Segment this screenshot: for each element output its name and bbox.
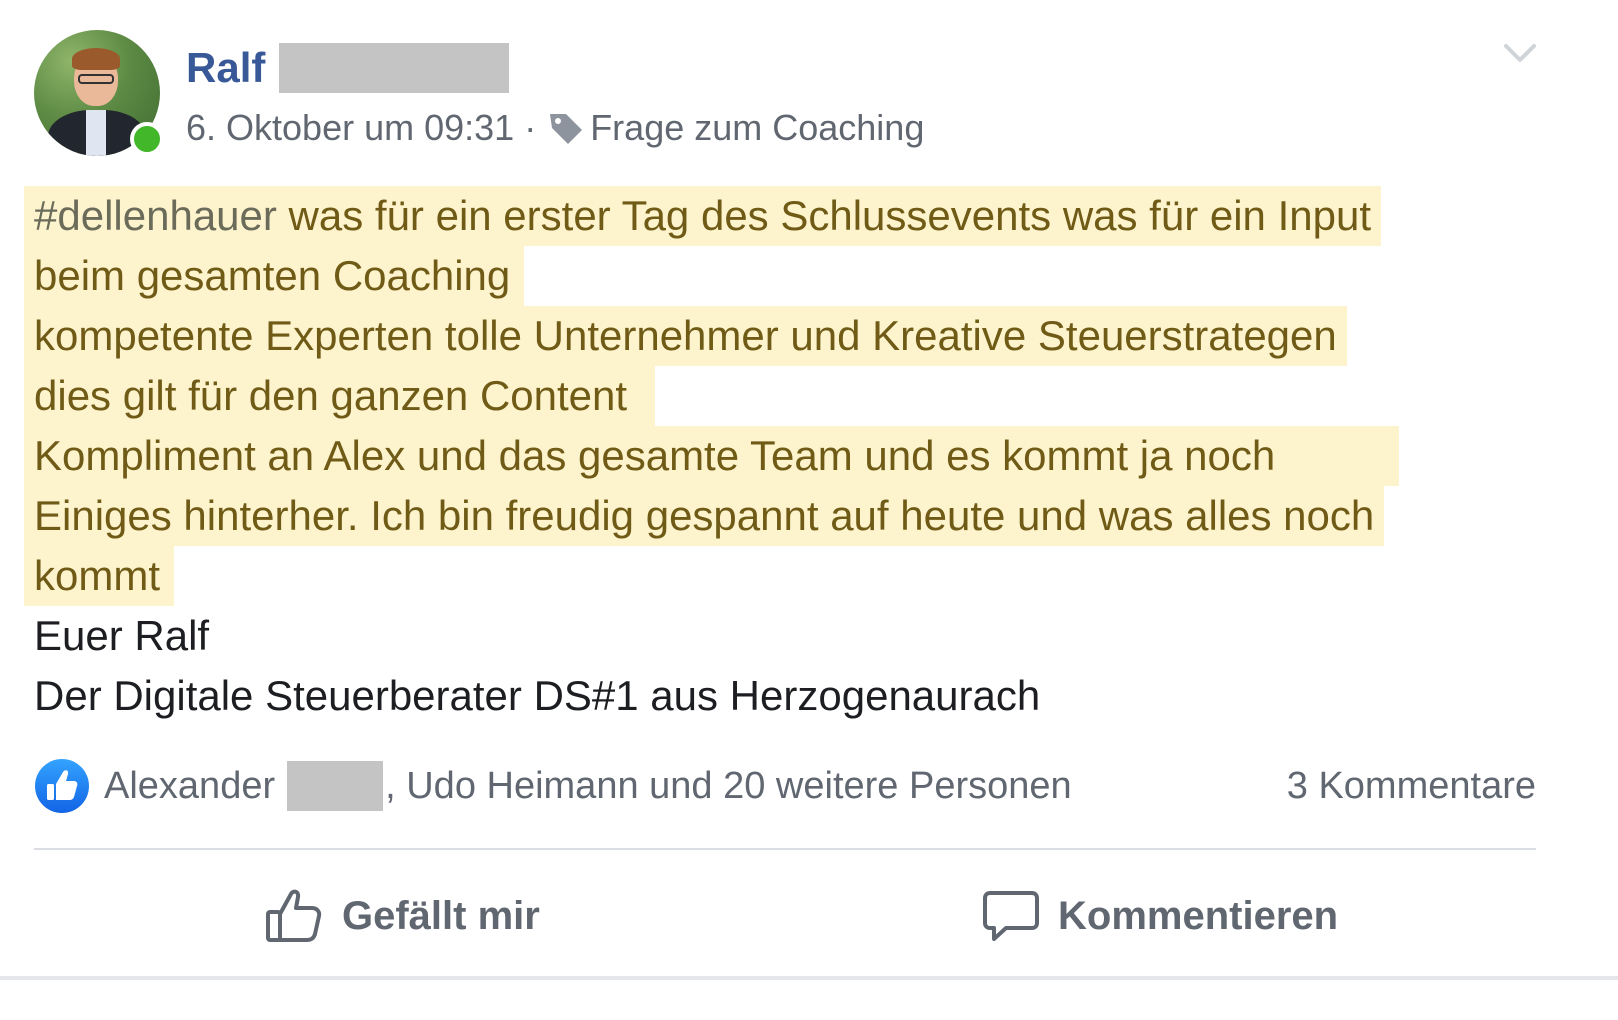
like-reaction-icon (35, 759, 89, 813)
post-line: #dellenhauer was für ein erster Tag des … (24, 186, 1524, 246)
post-line: kommt (24, 546, 1524, 606)
bottom-divider (0, 976, 1618, 980)
reactor-name[interactable]: Alexander (104, 765, 275, 808)
meta-separator: · (524, 107, 537, 148)
author-row: Ralf (186, 40, 510, 96)
post-topic[interactable]: Frage zum Coaching (590, 107, 924, 149)
post-line: dies gilt für den ganzen Content (24, 366, 1524, 426)
post-text: #dellenhauer was für ein erster Tag des … (24, 186, 1524, 726)
comment-button[interactable]: Kommentieren (982, 870, 1338, 962)
signature-line: Euer Ralf (34, 612, 210, 659)
post-meta: 6. Oktober um 09:31 · Frage zum Coaching (186, 104, 924, 152)
post-line-text: kommt (24, 546, 174, 606)
reactors-list[interactable]: Alexander , Udo Heimann und 20 weitere P… (104, 761, 1072, 811)
comment-button-label: Kommentieren (1058, 893, 1339, 938)
reactions-bar: Alexander , Udo Heimann und 20 weitere P… (34, 756, 1536, 816)
other-reactors[interactable]: , Udo Heimann und 20 weitere Personen (385, 765, 1072, 808)
post-line-text: Einiges hinterher. Ich bin freudig gespa… (24, 486, 1385, 546)
post-timestamp[interactable]: 6. Oktober um 09:31 (186, 107, 514, 149)
post-line-text: Kompliment an Alex und das gesamte Team … (24, 426, 1400, 486)
thumbs-up-icon (266, 889, 322, 942)
redacted-last-name (279, 43, 510, 93)
post-line: Einiges hinterher. Ich bin freudig gespa… (24, 486, 1524, 546)
online-status-indicator (130, 122, 164, 156)
post-line-text: dies gilt für den ganzen Content (24, 366, 656, 426)
divider (34, 848, 1536, 850)
like-button[interactable]: Gefällt mir (264, 870, 540, 962)
comment-bubble-icon (983, 891, 1039, 941)
post-line-text: was für ein erster Tag des Schlussevents… (276, 192, 1371, 239)
post-line-text: kompetente Experten tolle Unternehmer un… (24, 306, 1347, 366)
post-line: beim gesamten Coaching (24, 246, 1524, 306)
redacted-reactor-surname (287, 761, 384, 811)
post-line: kompetente Experten tolle Unternehmer un… (24, 306, 1524, 366)
author-name[interactable]: Ralf (186, 40, 265, 96)
post-line: Kompliment an Alex und das gesamte Team … (24, 426, 1524, 486)
like-button-label: Gefällt mir (342, 893, 540, 938)
feed-post: Ralf 6. Oktober um 09:31 · Frage zum Coa… (0, 0, 1618, 1020)
post-actions: Gefällt mir Kommentieren (0, 870, 1618, 962)
hashtag-link[interactable]: #dellenhauer (34, 192, 277, 239)
signature-line: Der Digitale Steuerberater DS#1 aus Herz… (34, 672, 1041, 719)
comments-count[interactable]: 3 Kommentare (1287, 765, 1536, 808)
tag-icon (550, 114, 583, 144)
chevron-down-icon[interactable] (1500, 38, 1540, 66)
post-line-text: beim gesamten Coaching (24, 246, 525, 306)
